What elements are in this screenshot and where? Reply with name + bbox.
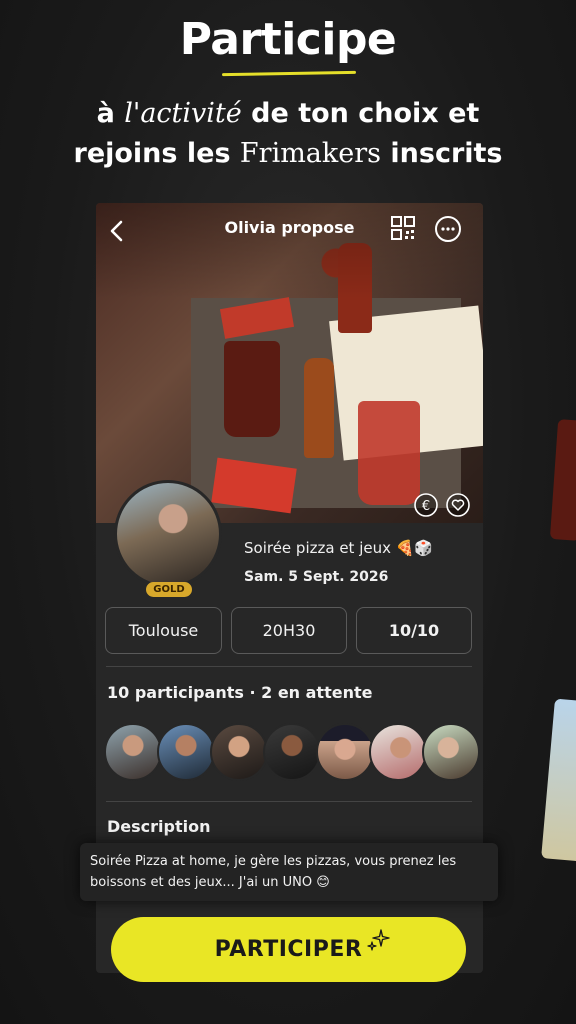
headline-underline — [221, 70, 357, 77]
more-icon[interactable] — [434, 215, 462, 243]
description-text: Soirée Pizza at home, je gère les pizzas… — [80, 843, 498, 901]
description-title: Description — [107, 817, 211, 836]
promo-line-2-c: inscrits — [381, 138, 503, 169]
host-avatar[interactable] — [114, 480, 222, 588]
promo-line-1-b: l'activité — [124, 98, 242, 129]
qr-code-icon[interactable] — [390, 215, 416, 241]
screen-title: Olivia propose — [224, 218, 355, 237]
participant-avatar[interactable] — [316, 723, 374, 781]
event-time: 20H30 — [231, 607, 347, 654]
participant-avatar[interactable] — [369, 723, 427, 781]
promo-line-1: à l'activité de ton choix et — [0, 98, 576, 129]
promo-line-1-c: de ton choix et — [241, 98, 480, 129]
promo-line-2-a: rejoins les — [73, 138, 240, 169]
promo-headline: Participe — [179, 14, 397, 65]
event-date: Sam. 5 Sept. 2026 — [244, 569, 389, 585]
gold-badge: GOLD — [146, 582, 192, 597]
photo-shade — [96, 203, 483, 523]
participant-avatar[interactable] — [210, 723, 268, 781]
divider — [106, 666, 472, 667]
event-capacity: 10/10 — [356, 607, 472, 654]
promo-line-2: rejoins les Frimakers inscrits — [0, 138, 576, 169]
divider — [106, 801, 472, 802]
participate-button[interactable]: PARTICIPER — [111, 917, 466, 982]
euro-icon[interactable]: € — [414, 493, 438, 517]
svg-text:€: € — [422, 499, 430, 514]
promo-line-1-a: à — [96, 98, 125, 129]
promo-line-2-b: Frimakers — [239, 138, 381, 169]
participant-avatar[interactable] — [157, 723, 215, 781]
participant-avatar[interactable] — [104, 723, 162, 781]
background-card-decoration — [541, 698, 576, 862]
participant-avatar[interactable] — [263, 723, 321, 781]
background-card-decoration — [549, 419, 576, 541]
participate-button-label: PARTICIPER — [214, 937, 363, 962]
participants-title: 10 participants · 2 en attente — [107, 683, 373, 702]
participant-avatar[interactable] — [422, 723, 480, 781]
event-city: Toulouse — [105, 607, 222, 654]
activity-photo: Olivia propose € — [96, 203, 483, 523]
heart-icon[interactable] — [446, 493, 470, 517]
event-title: Soirée pizza et jeux 🍕🎲 — [244, 539, 434, 557]
sparkle-icon — [367, 929, 390, 951]
